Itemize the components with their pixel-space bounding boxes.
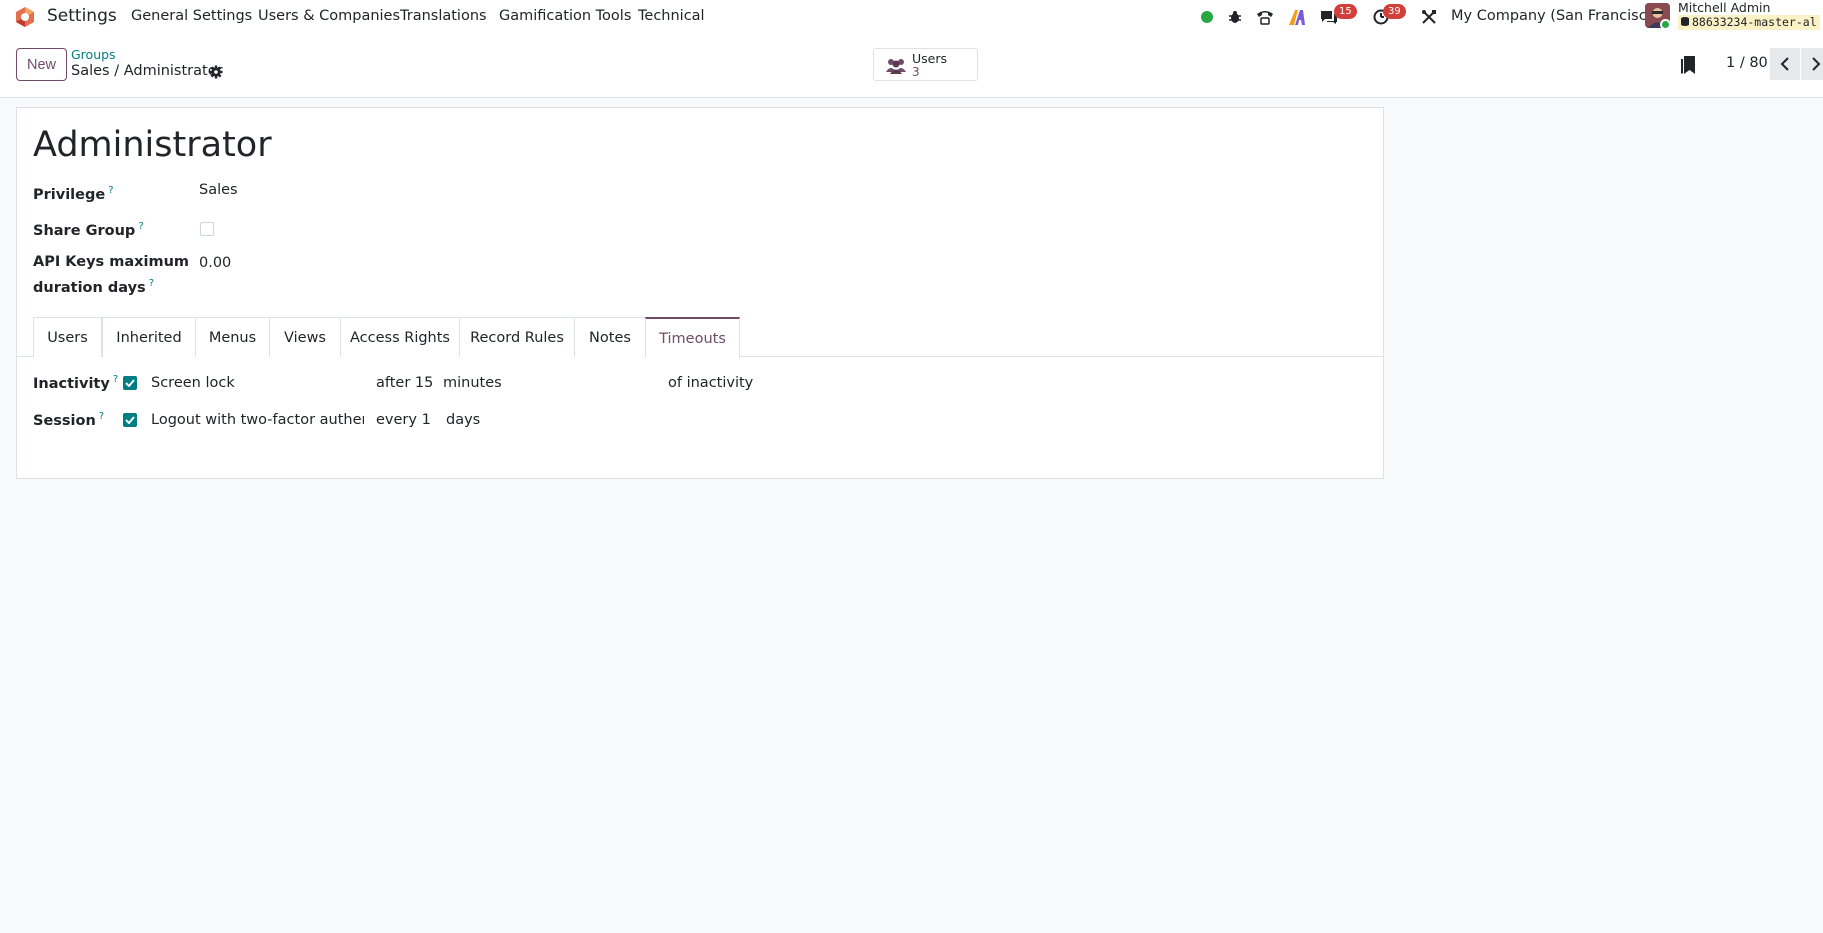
screen-lock-label[interactable]: Screen lock (151, 375, 235, 391)
tab-inherited[interactable]: Inherited (102, 317, 196, 357)
new-button[interactable]: New (16, 48, 67, 81)
privilege-label-text: Privilege (33, 186, 106, 203)
session-every-value[interactable]: every 1 (376, 412, 431, 428)
phone-icon[interactable] (1256, 8, 1274, 26)
session-label: Session? (33, 411, 104, 429)
inactivity-label-text: Inactivity (33, 375, 110, 392)
privilege-help-tooltip[interactable]: ? (108, 185, 113, 196)
two-factor-logout-checkbox[interactable] (123, 413, 137, 427)
api-keys-duration-label-line1: API Keys maximum (33, 254, 189, 270)
screen-lock-checkbox[interactable] (123, 376, 137, 390)
tab-views[interactable]: Views (269, 317, 341, 357)
share-group-label: Share Group? (33, 216, 144, 242)
company-switcher[interactable]: My Company (San Francisco) (1451, 8, 1661, 24)
chevron-left-icon (1780, 57, 1789, 71)
presence-status-icon[interactable] (1198, 8, 1216, 26)
users-smart-button-count: 3 (912, 65, 920, 79)
share-group-help-tooltip[interactable]: ? (138, 221, 143, 232)
menu-gamification-tools[interactable]: Gamification Tools (499, 8, 631, 24)
tab-menus[interactable]: Menus (195, 317, 270, 357)
check-icon (125, 416, 135, 424)
app-name[interactable]: Settings (47, 6, 117, 26)
top-navbar: Settings General Settings Users & Compan… (0, 0, 1823, 34)
menu-technical[interactable]: Technical (638, 8, 705, 24)
pager-value[interactable]: 1 / 80 (1726, 55, 1768, 71)
check-icon (125, 379, 135, 387)
user-online-status-icon (1660, 19, 1671, 30)
ai-assistant-icon[interactable] (1288, 8, 1306, 26)
chevron-right-icon (1812, 57, 1821, 71)
inactivity-suffix: of inactivity (668, 375, 754, 391)
tab-users[interactable]: Users (33, 317, 102, 357)
share-group-label-text: Share Group (33, 222, 136, 239)
form-sheet: Administrator Privilege? Sales Share Gro… (16, 107, 1384, 479)
tab-record-rules[interactable]: Record Rules (459, 317, 575, 357)
session-unit-select[interactable]: days (446, 412, 480, 428)
tab-timeouts[interactable]: Timeouts (645, 317, 740, 358)
tab-notes[interactable]: Notes (574, 317, 646, 357)
activities-count-badge: 39 (1383, 4, 1406, 19)
messages-count-badge: 15 (1334, 4, 1357, 19)
users-smart-button[interactable]: Users 3 (873, 48, 978, 81)
gear-icon[interactable] (209, 65, 223, 79)
pager-previous-button[interactable] (1770, 48, 1800, 80)
database-name-text: 88633234-master-al (1692, 15, 1817, 29)
menu-translations[interactable]: Translations (400, 8, 487, 24)
user-name[interactable]: Mitchell Admin (1678, 0, 1770, 15)
breadcrumb-groups-link[interactable]: Groups (71, 47, 116, 62)
users-icon (886, 59, 906, 74)
inactivity-label: Inactivity? (33, 374, 118, 392)
group-name-title[interactable]: Administrator (33, 125, 272, 165)
menu-users-companies[interactable]: Users & Companies (258, 8, 400, 24)
developer-tools-icon[interactable] (1420, 8, 1438, 26)
menu-general-settings[interactable]: General Settings (131, 8, 252, 24)
session-label-text: Session (33, 412, 96, 429)
inactivity-help-tooltip[interactable]: ? (113, 374, 118, 385)
control-panel: New Groups Sales / Administrator Users 3… (0, 34, 1823, 98)
pager-next-button[interactable] (1801, 48, 1823, 80)
breadcrumb-current: Sales / Administrator (71, 63, 223, 79)
api-keys-duration-help-tooltip[interactable]: ? (149, 278, 154, 289)
users-smart-button-label: Users (912, 51, 948, 66)
database-icon (1681, 17, 1689, 26)
api-keys-duration-label: API Keys maximum duration days? (33, 252, 189, 299)
api-keys-duration-field[interactable]: 0.00 (199, 255, 231, 271)
two-factor-logout-label[interactable]: Logout with two-factor authentication (151, 412, 364, 428)
tab-access-rights[interactable]: Access Rights (340, 317, 460, 357)
session-help-tooltip[interactable]: ? (99, 411, 104, 422)
bookmark-icon[interactable] (1680, 55, 1696, 75)
debug-bug-icon[interactable] (1226, 8, 1244, 26)
inactivity-unit-select[interactable]: minutes (443, 375, 502, 391)
share-group-checkbox[interactable] (200, 222, 214, 236)
api-keys-duration-label-line2: duration days (33, 279, 146, 296)
inactivity-after-value[interactable]: after 15 (376, 375, 433, 391)
settings-app-logo-icon[interactable] (14, 6, 36, 28)
privilege-field[interactable]: Sales (199, 182, 238, 198)
notebook-tabs: Users Inherited Menus Views Access Right… (17, 317, 1383, 358)
database-name: 88633234-master-al (1678, 15, 1820, 30)
privilege-label: Privilege? (33, 180, 114, 206)
